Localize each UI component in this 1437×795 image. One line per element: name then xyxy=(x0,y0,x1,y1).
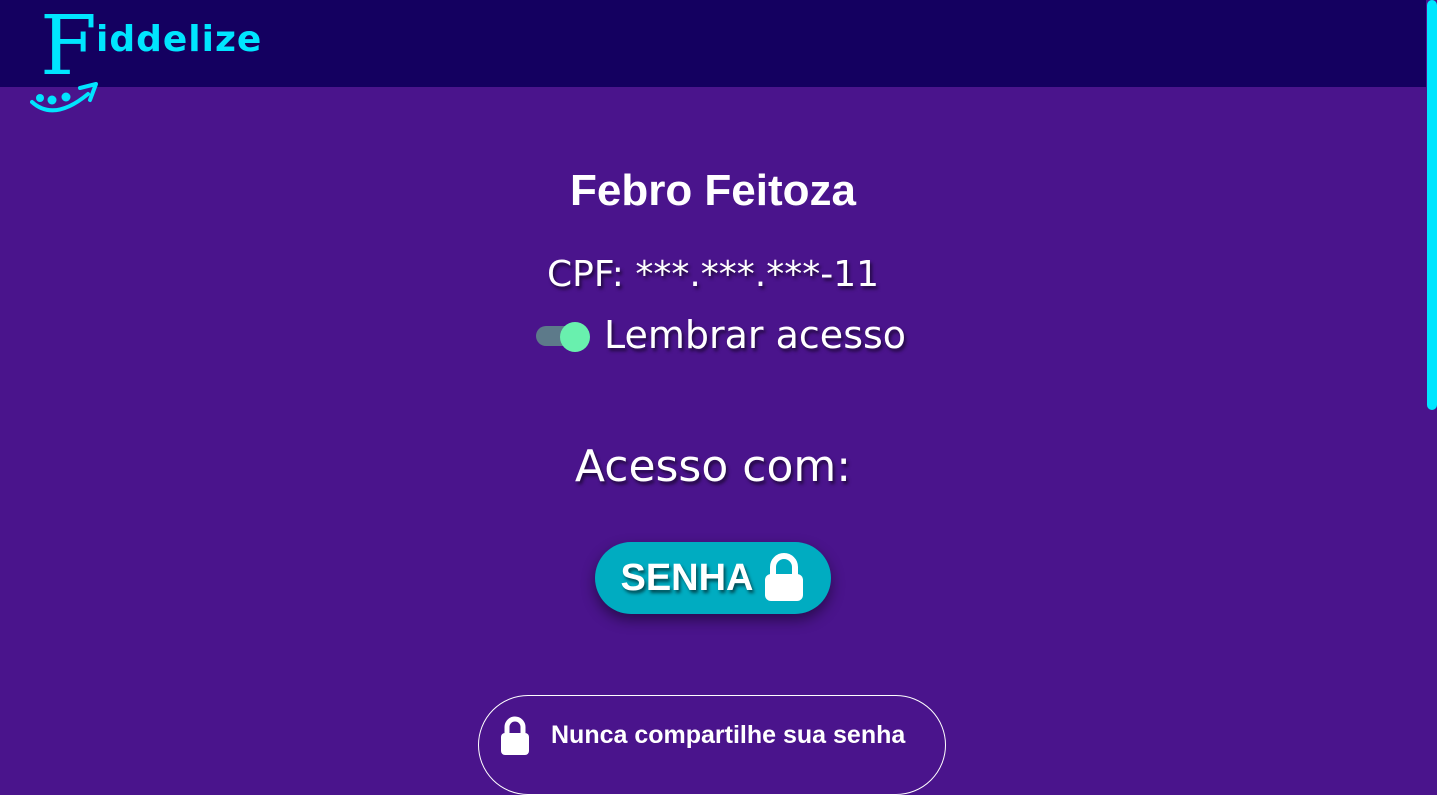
scrollbar-thumb[interactable] xyxy=(1427,0,1437,410)
lock-icon xyxy=(764,553,803,601)
remember-access-row: Lembrar acesso xyxy=(536,311,906,359)
user-cpf: CPF: ***.***.***-11 xyxy=(546,254,879,295)
password-access-button[interactable]: SENHA xyxy=(595,542,831,614)
toggle-knob xyxy=(560,322,590,352)
remember-access-label: Lembrar acesso xyxy=(604,313,907,357)
remember-access-toggle[interactable] xyxy=(536,315,592,355)
logo-wordmark: iddelize xyxy=(96,19,263,60)
page-scrollbar[interactable] xyxy=(1426,0,1437,738)
password-button-label: SENHA xyxy=(620,557,754,599)
password-warning-text: Nunca compartilhe sua senha xyxy=(551,721,906,749)
top-header: F iddelize xyxy=(0,0,1426,113)
user-name: Febro Feitoza xyxy=(569,166,857,215)
main-content: Febro Feitoza CPF: ***.***.***-11 Lembra… xyxy=(0,87,1426,795)
access-title: Acesso com: xyxy=(574,441,852,492)
password-warning: Nunca compartilhe sua senha xyxy=(478,695,946,795)
lock-icon xyxy=(501,716,529,755)
